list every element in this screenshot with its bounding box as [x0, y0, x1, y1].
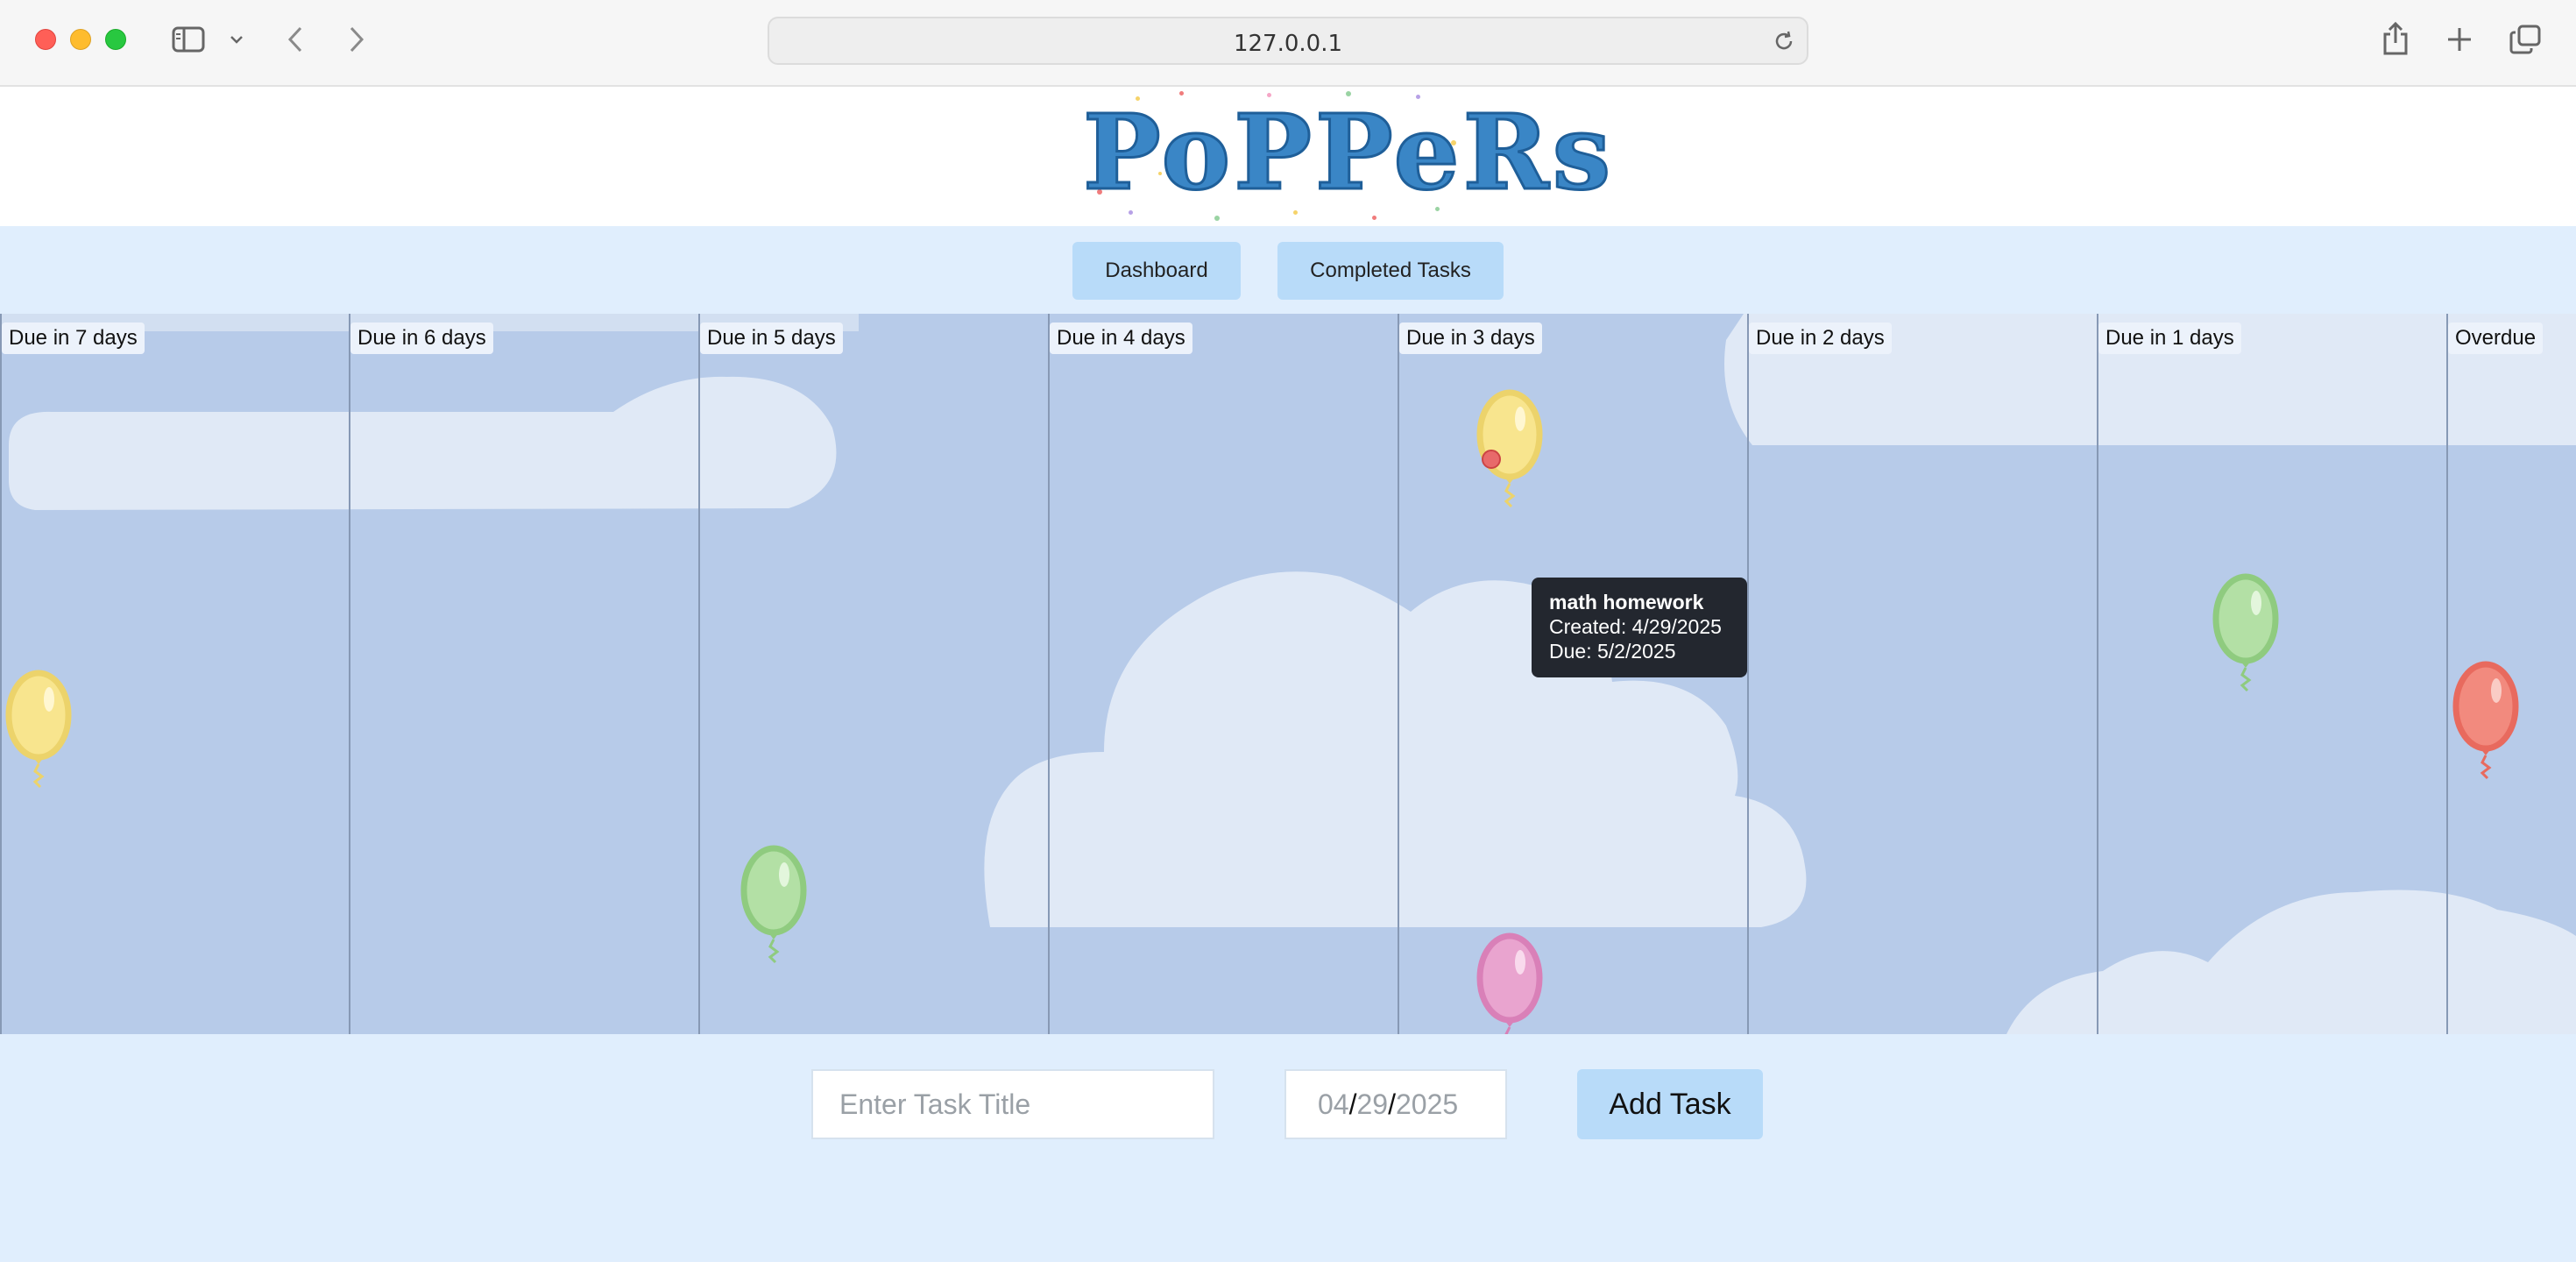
task-title-input[interactable] — [811, 1069, 1214, 1139]
header: PoPPeRs — [0, 88, 2576, 226]
column-divider — [698, 314, 700, 1034]
column-label-due-6: Due in 6 days — [350, 323, 493, 354]
column-label-overdue: Overdue — [2448, 323, 2544, 354]
due-date-input[interactable]: 04/29/2025 — [1284, 1069, 1507, 1139]
balloon-red[interactable] — [2451, 656, 2521, 787]
date-year[interactable]: 2025 — [1396, 1088, 1458, 1121]
column-label-due-3: Due in 3 days — [1399, 323, 1542, 354]
column-divider — [1398, 314, 1399, 1034]
date-day[interactable]: 29 — [1356, 1088, 1388, 1121]
cloud-bottom-right — [2006, 890, 2576, 1034]
tab-overview-icon[interactable] — [2508, 21, 2543, 58]
url-text: 127.0.0.1 — [1233, 31, 1343, 57]
zoom-window-button[interactable] — [105, 29, 126, 50]
balloon-yellow-hovered[interactable] — [1475, 384, 1545, 515]
column-divider — [1747, 314, 1749, 1034]
nav-bar: Dashboard Completed Tasks — [0, 226, 2576, 314]
column-divider — [349, 314, 350, 1034]
chevron-down-icon[interactable] — [226, 21, 247, 58]
column-divider — [0, 314, 2, 1034]
date-month[interactable]: 04 — [1318, 1088, 1349, 1121]
balloon-yellow[interactable] — [4, 664, 74, 796]
tooltip-title: math homework — [1549, 591, 1704, 613]
balloon-green[interactable] — [739, 840, 809, 971]
close-window-button[interactable] — [35, 29, 56, 50]
column-label-due-5: Due in 5 days — [700, 323, 843, 354]
page-content: PoPPeRs Dashboard Completed Tasks Due in… — [0, 88, 2576, 1262]
add-task-button[interactable]: Add Task — [1577, 1069, 1763, 1139]
date-separator: / — [1348, 1088, 1357, 1120]
tooltip-due: Due: 5/2/2025 — [1549, 640, 1676, 663]
completed-tasks-button[interactable]: Completed Tasks — [1277, 242, 1504, 300]
sidebar-toggle-icon[interactable] — [170, 21, 207, 58]
dashboard-button[interactable]: Dashboard — [1072, 242, 1241, 300]
address-bar[interactable]: 127.0.0.1 — [768, 17, 1808, 65]
balloon-board: Due in 7 days Due in 6 days Due in 5 day… — [0, 314, 2576, 1034]
column-label-due-2: Due in 2 days — [1749, 323, 1892, 354]
column-label-due-7: Due in 7 days — [2, 323, 145, 354]
column-divider — [2097, 314, 2098, 1034]
tooltip-created: Created: 4/29/2025 — [1549, 615, 1722, 638]
column-label-due-4: Due in 4 days — [1050, 323, 1192, 354]
share-icon[interactable] — [2378, 21, 2413, 58]
logo-text: PoPPeRs — [1082, 90, 1615, 215]
forward-icon[interactable] — [343, 21, 370, 58]
balloon-pink[interactable] — [1475, 927, 1545, 1034]
column-divider — [2446, 314, 2448, 1034]
column-divider — [1048, 314, 1050, 1034]
reload-icon[interactable] — [1772, 29, 1796, 58]
back-icon[interactable] — [282, 21, 308, 58]
browser-toolbar: 127.0.0.1 — [0, 0, 2576, 87]
new-tab-icon[interactable] — [2443, 21, 2476, 58]
column-label-due-1: Due in 1 days — [2098, 323, 2241, 354]
minimize-window-button[interactable] — [70, 29, 91, 50]
task-tooltip: math homework Created: 4/29/2025 Due: 5/… — [1532, 578, 1747, 677]
date-separator: / — [1388, 1088, 1396, 1120]
poppers-logo: PoPPeRs — [1082, 88, 1615, 226]
balloon-green[interactable] — [2211, 568, 2281, 699]
add-task-form: 04/29/2025 Add Task — [0, 1034, 2576, 1209]
